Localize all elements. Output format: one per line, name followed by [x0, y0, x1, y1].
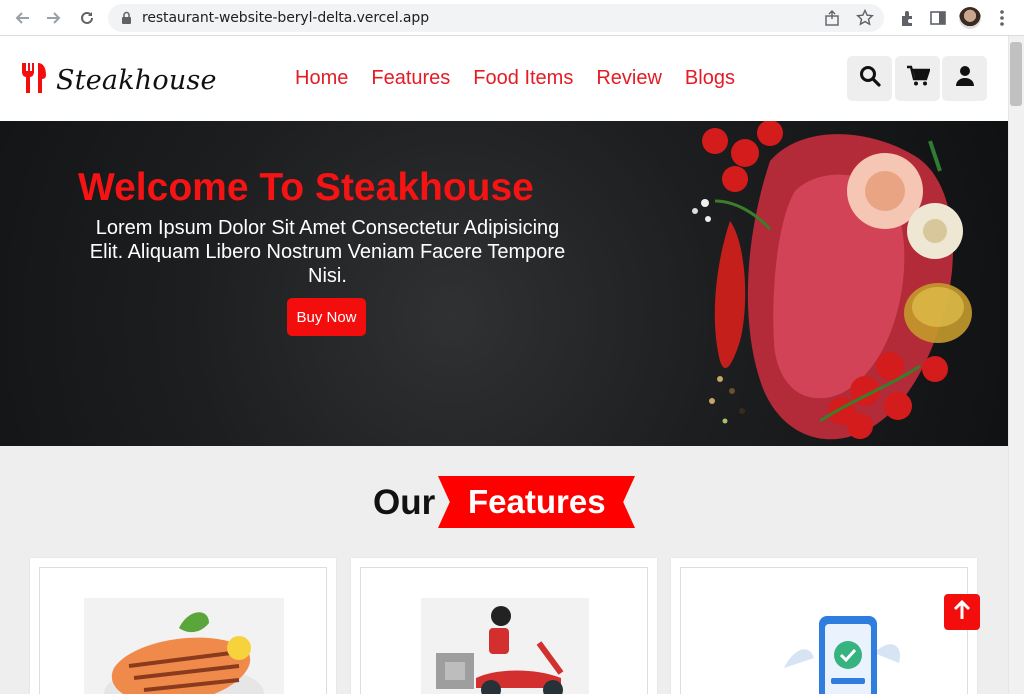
- salmon-dish-image: [84, 598, 284, 694]
- star-icon[interactable]: [856, 8, 874, 32]
- hero-title: Welcome To Steakhouse: [78, 166, 534, 209]
- scroll-top-button[interactable]: [944, 594, 980, 630]
- forward-icon[interactable]: [42, 6, 66, 30]
- logo-text: Steakhouse: [56, 64, 217, 96]
- feature-card-frame: [39, 567, 327, 694]
- feature-card: [351, 558, 657, 694]
- page-viewport: Steakhouse Home Features Food Items Revi…: [0, 36, 1008, 694]
- back-icon[interactable]: [10, 6, 34, 30]
- delivery-rider-image: [421, 598, 589, 694]
- nav-features[interactable]: Features: [371, 67, 450, 90]
- nav-review[interactable]: Review: [596, 67, 662, 90]
- logo[interactable]: Steakhouse: [20, 60, 217, 100]
- feature-card: [671, 558, 977, 694]
- main-nav: Home Features Food Items Review Blogs: [295, 67, 735, 90]
- feature-card-frame: [360, 567, 648, 694]
- order-confirmed-image: [784, 616, 900, 694]
- extensions-icon[interactable]: [896, 6, 920, 30]
- search-icon: [859, 65, 881, 92]
- cart-button[interactable]: [895, 56, 940, 101]
- features-heading: Our Features: [0, 476, 1008, 530]
- hero-banner: Welcome To Steakhouse Lorem Ipsum Dolor …: [0, 121, 1008, 446]
- menu-dots-icon[interactable]: [990, 6, 1014, 30]
- buy-now-button[interactable]: Buy Now: [287, 298, 366, 336]
- user-button[interactable]: [942, 56, 987, 101]
- scrollbar-track[interactable]: [1008, 36, 1024, 694]
- scrollbar-thumb[interactable]: [1010, 42, 1022, 106]
- cutlery-icon: [20, 61, 48, 100]
- nav-food-items[interactable]: Food Items: [473, 67, 573, 90]
- cart-icon: [906, 65, 931, 92]
- url-text: restaurant-website-beryl-delta.vercel.ap…: [142, 10, 429, 26]
- feature-card: [30, 558, 336, 694]
- browser-toolbar: restaurant-website-beryl-delta.vercel.ap…: [0, 0, 1024, 36]
- user-icon: [955, 65, 975, 92]
- lock-icon: [121, 11, 132, 30]
- search-button[interactable]: [847, 56, 892, 101]
- address-bar[interactable]: restaurant-website-beryl-delta.vercel.ap…: [108, 4, 884, 32]
- nav-home[interactable]: Home: [295, 67, 348, 90]
- side-panel-icon[interactable]: [926, 6, 950, 30]
- reload-icon[interactable]: [75, 6, 99, 30]
- profile-avatar[interactable]: [958, 6, 982, 30]
- share-icon[interactable]: [824, 9, 842, 32]
- arrow-up-icon: [952, 599, 972, 626]
- heading-our: Our: [373, 483, 436, 522]
- steak-image: [692, 121, 972, 440]
- feature-card-frame: [680, 567, 968, 694]
- site-header: Steakhouse Home Features Food Items Revi…: [0, 36, 1008, 121]
- hero-description: Lorem Ipsum Dolor Sit Amet Consectetur A…: [89, 217, 566, 287]
- heading-features: Features: [468, 483, 606, 520]
- nav-blogs[interactable]: Blogs: [685, 67, 735, 90]
